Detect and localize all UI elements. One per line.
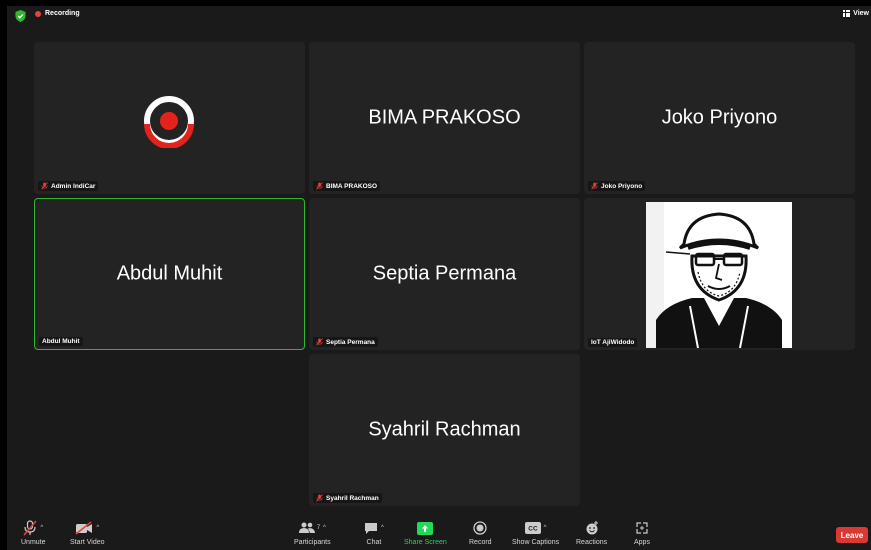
start-video-button[interactable]: ^ Start Video — [70, 520, 105, 546]
participant-video-feed — [646, 202, 792, 348]
participant-tile-joko-priyono[interactable]: Joko Priyono Joko Priyono — [584, 42, 855, 194]
participant-display-name: BIMA PRAKOSO — [368, 106, 521, 129]
participant-tile-admin-indicar[interactable]: Admin IndiCar — [34, 42, 305, 194]
captions-options-caret-icon[interactable]: ^ — [544, 525, 547, 531]
participant-name-tag: Syahril Rachman — [313, 493, 382, 503]
captions-cc-icon: CC — [524, 522, 541, 534]
recording-indicator[interactable]: Recording — [35, 10, 80, 17]
muted-mic-icon — [41, 182, 48, 190]
participant-display-name: Joko Priyono — [661, 106, 778, 129]
participants-options-caret-icon[interactable]: ^ — [323, 525, 326, 531]
participant-name-tag: Admin IndiCar — [38, 181, 99, 191]
record-button[interactable]: Record — [469, 520, 492, 546]
participant-display-name: Septia Permana — [372, 262, 517, 285]
participant-display-name: Abdul Muhit — [116, 262, 223, 285]
reactions-smiley-icon — [586, 521, 598, 535]
participant-tile-syahril-rachman[interactable]: Syahril Rachman Syahril Rachman — [309, 354, 580, 506]
show-captions-button[interactable]: CC ^ Show Captions — [512, 520, 559, 546]
recording-label: Recording — [45, 10, 80, 17]
view-button[interactable]: View — [843, 10, 869, 17]
view-label: View — [853, 10, 869, 17]
chat-icon — [365, 522, 377, 534]
muted-mic-icon — [591, 182, 598, 190]
svg-text:CC: CC — [528, 526, 538, 533]
reactions-button[interactable]: Reactions — [576, 520, 607, 546]
grid-view-icon — [843, 10, 851, 17]
apps-button[interactable]: Apps — [634, 520, 650, 546]
shield-icon[interactable] — [15, 10, 26, 22]
share-screen-icon — [417, 521, 434, 535]
top-bar: Recording View — [7, 6, 871, 26]
apps-icon — [636, 522, 648, 534]
video-off-icon — [75, 521, 93, 535]
participant-tile-abdul-muhit[interactable]: Abdul Muhit Abdul Muhit — [34, 198, 305, 350]
participant-name-tag: IoT AjiWidodo — [588, 338, 638, 347]
participant-name-tag: Septia Permana — [313, 337, 378, 347]
muted-mic-icon — [23, 520, 37, 536]
chat-button[interactable]: ^ Chat — [364, 520, 384, 546]
unmute-button[interactable]: ^ Unmute — [21, 520, 46, 546]
chat-options-caret-icon[interactable]: ^ — [381, 525, 384, 531]
participant-tile-iot-ajiwidodo[interactable]: IoT AjiWidodo — [584, 198, 855, 350]
video-options-caret-icon[interactable]: ^ — [96, 525, 99, 531]
recording-dot-icon — [35, 10, 41, 17]
record-icon — [473, 521, 487, 535]
participants-icon — [298, 522, 315, 533]
unmute-options-caret-icon[interactable]: ^ — [40, 525, 43, 531]
participant-tile-septia-permana[interactable]: Septia Permana Septia Permana — [309, 198, 580, 350]
leave-button[interactable]: Leave — [836, 527, 868, 543]
participant-name-tag: Joko Priyono — [588, 181, 646, 191]
muted-mic-icon — [316, 338, 323, 346]
participant-tile-bima-prakoso[interactable]: BIMA PRAKOSO BIMA PRAKOSO — [309, 42, 580, 194]
meeting-toolbar: ^ Unmute ^ Start Video 7 ^ Participants — [7, 516, 871, 550]
participants-button[interactable]: 7 ^ Participants — [294, 520, 331, 546]
muted-mic-icon — [316, 494, 323, 502]
participant-name-tag: Abdul Muhit — [39, 337, 83, 346]
participants-count: 7 — [316, 525, 321, 531]
participant-name-tag: BIMA PRAKOSO — [313, 181, 381, 191]
participant-display-name: Syahril Rachman — [368, 418, 521, 441]
muted-mic-icon — [316, 182, 323, 190]
share-screen-button[interactable]: Share Screen — [404, 520, 447, 546]
indicar-logo-icon — [144, 96, 194, 148]
